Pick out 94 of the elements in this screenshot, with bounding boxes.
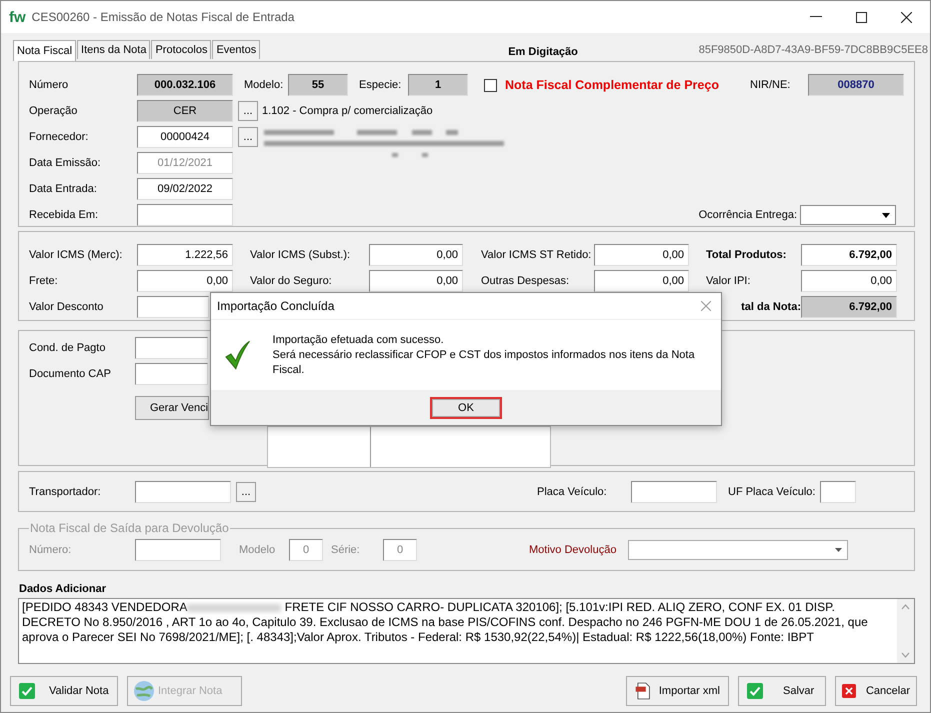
tab[interactable]: Itens da Nota	[77, 40, 150, 59]
field-label: Frete:	[29, 275, 59, 287]
operation-description: 1.102 - Compra p/ comercialização	[262, 105, 433, 117]
amount-field[interactable]: 0,00	[594, 244, 689, 266]
operation-field[interactable]: CER	[137, 100, 233, 122]
close-icon	[842, 683, 856, 699]
field-label: Transportador:	[29, 486, 102, 498]
amount-field[interactable]: 0,00	[801, 270, 897, 292]
amount-field[interactable]: 0,00	[594, 270, 689, 292]
field-label: Recebida Em:	[29, 209, 100, 221]
group-title: Nota Fiscal de Saída para Devolução	[29, 521, 230, 535]
checkmark-icon	[225, 340, 251, 370]
field-label: Especie:	[359, 79, 402, 91]
field-label: Série:	[331, 544, 361, 556]
window-title: CES00260 - Emissão de Notas Fiscal de Entrada	[32, 10, 294, 24]
dropdown-arrow-icon	[882, 212, 890, 218]
field-label: UF Placa Veículo:	[728, 486, 816, 498]
checkmark-icon	[747, 683, 763, 699]
checkmark-icon	[19, 683, 35, 699]
field-label: NIR/NE:	[750, 79, 792, 91]
minimize-icon[interactable]	[810, 16, 822, 18]
amount-field[interactable]: 6.792,00	[801, 296, 897, 318]
dialog-title: Importação Concluída	[217, 299, 334, 313]
field-label: Modelo	[239, 544, 276, 556]
field-label: Placa Veículo:	[537, 486, 608, 498]
globe-icon	[132, 679, 156, 703]
field-label: Data Emissão:	[29, 157, 102, 169]
dropdown-arrow-icon	[835, 548, 842, 552]
carrier-field[interactable]	[135, 481, 231, 503]
amount-field[interactable]	[137, 296, 209, 318]
supplier-field[interactable]: 00000424	[137, 126, 233, 148]
record-id: 85F9850D-A8D7-43A9-BF59-7DC8BB9C5EE8	[698, 44, 928, 56]
date-field[interactable]: 09/02/2022	[137, 178, 233, 200]
tab[interactable]: Protocolos	[151, 40, 212, 59]
species-field[interactable]: 1	[408, 74, 468, 96]
action-button[interactable]: Importar xml	[626, 676, 729, 706]
date-field[interactable]	[137, 204, 233, 226]
state-field[interactable]	[820, 481, 856, 503]
field-label: Valor ICMS (Subst.):	[250, 249, 352, 261]
document-field[interactable]	[135, 363, 208, 385]
section-title: Dados Adicionar	[19, 583, 107, 597]
action-button[interactable]: Validar Nota	[10, 676, 118, 706]
checkbox[interactable]	[484, 78, 497, 92]
dropdown[interactable]	[628, 540, 848, 560]
field-label: tal da Nota:	[740, 301, 801, 313]
generate-button[interactable]: Gerar Venci	[135, 396, 209, 420]
field-label: Cond. de Pagto	[29, 342, 106, 354]
tab[interactable]: Eventos	[212, 40, 260, 59]
scrollbar[interactable]	[897, 599, 914, 663]
ok-button[interactable]: OK	[430, 396, 502, 418]
maximize-icon[interactable]	[856, 12, 867, 22]
dialog-message: Será necessário reclassificar CFOP e CST dos impostos informados nos itens da Nota Fiscal.	[272, 348, 696, 378]
checkbox-label: Nota Fiscal Complementar de Preço	[505, 78, 719, 92]
field-label: Valor do Seguro:	[250, 275, 333, 287]
field-label: Operação	[29, 105, 78, 117]
amount-field[interactable]: 0,00	[137, 270, 233, 292]
number-field[interactable]: 000.032.106	[137, 74, 233, 96]
close-icon[interactable]	[901, 12, 912, 22]
field-label: Valor IPI:	[706, 275, 752, 287]
tab[interactable]: Nota Fiscal	[13, 40, 76, 61]
field-label: Valor ICMS ST Retido:	[481, 249, 592, 261]
dialog-message: Importação efetuada com sucesso.	[272, 332, 445, 348]
amount-field[interactable]: 0,00	[369, 244, 463, 266]
payment-field[interactable]	[135, 337, 208, 359]
model-field[interactable]: 55	[288, 74, 348, 96]
lookup-button[interactable]: ...	[236, 482, 256, 502]
plate-field[interactable]	[631, 481, 717, 503]
dropdown[interactable]	[800, 205, 896, 225]
action-button[interactable]: Cancelar	[835, 676, 917, 706]
field-label: Outras Despesas:	[481, 275, 570, 287]
field-label: Documento CAP	[29, 368, 112, 380]
field-label: Data Entrada:	[29, 183, 98, 195]
field-label: Ocorrência Entrega:	[698, 209, 797, 221]
series-field[interactable]: 0	[383, 539, 417, 561]
number-field[interactable]	[135, 539, 221, 561]
amount-field[interactable]: 1.222,56	[137, 244, 233, 266]
lookup-button[interactable]: ...	[238, 127, 258, 147]
field-label: Valor ICMS (Merc):	[29, 249, 124, 261]
field-label: Total Produtos:	[706, 249, 788, 261]
field-label: Motivo Devolução	[529, 544, 618, 556]
lookup-button[interactable]: ...	[238, 101, 258, 121]
table-area[interactable]	[267, 426, 551, 468]
field-label: Modelo:	[244, 79, 284, 91]
app-logo: fw	[9, 8, 26, 26]
field-label: Valor Desconto	[29, 301, 104, 313]
field-label: Fornecedor:	[29, 131, 90, 143]
field-label: Número	[29, 79, 70, 91]
model-field[interactable]: 0	[289, 539, 323, 561]
amount-field[interactable]: 6.792,00	[801, 244, 897, 266]
field-label: Número:	[29, 544, 72, 556]
nir-field[interactable]: 008870	[808, 74, 904, 96]
amount-field[interactable]: 0,00	[369, 270, 463, 292]
action-button[interactable]: Salvar	[738, 676, 826, 706]
status-label: Em Digitação	[508, 46, 578, 58]
